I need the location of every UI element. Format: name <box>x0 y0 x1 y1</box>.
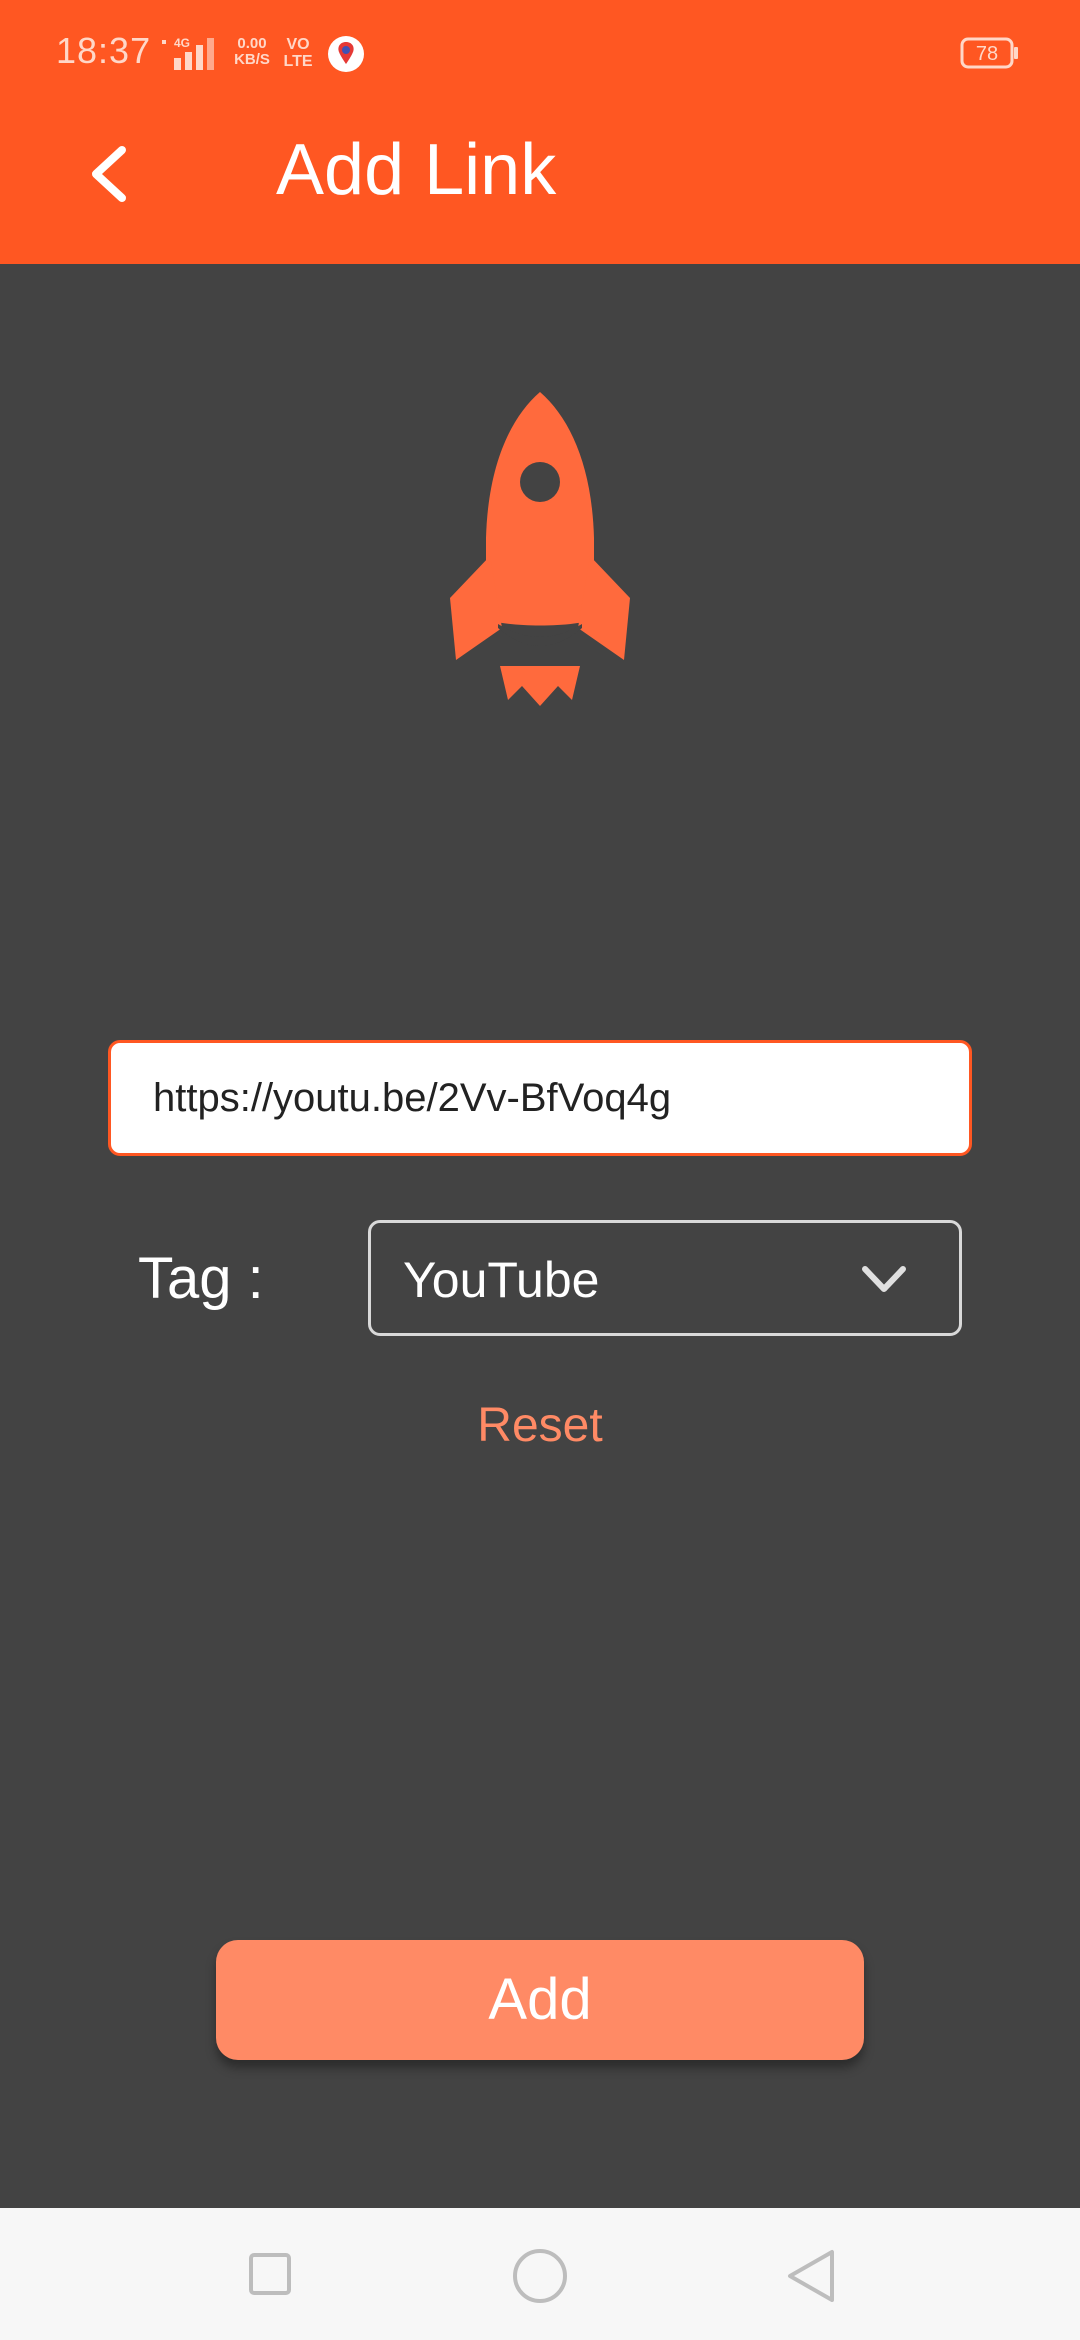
status-bar: 18:37 4G 0.00 KB/S VO LTE 78 <box>0 0 1080 108</box>
volte-indicator: VO LTE <box>280 36 316 70</box>
nav-back-button[interactable] <box>784 2248 840 2304</box>
triangle-back-icon <box>788 2250 834 2302</box>
chevron-left-icon <box>92 146 126 202</box>
data-rate-unit: KB/S <box>234 51 270 68</box>
tag-dropdown[interactable]: YouTube <box>368 1220 962 1336</box>
circle-icon <box>513 2249 567 2303</box>
navigation-bar <box>0 2208 1080 2340</box>
add-button[interactable]: Add <box>216 1940 864 2060</box>
volte-bottom: LTE <box>283 53 313 70</box>
home-button[interactable] <box>510 2248 570 2304</box>
network-type: 4G <box>174 36 190 50</box>
data-rate-value: 0.00 <box>237 35 267 52</box>
recents-button[interactable] <box>248 2252 292 2296</box>
app-header: 18:37 4G 0.00 KB/S VO LTE 78 Add Link <box>0 0 1080 264</box>
chevron-down-icon <box>862 1266 906 1292</box>
tag-selected-value: YouTube <box>403 1252 600 1308</box>
signal-icon: 4G <box>162 36 214 70</box>
tag-label: Tag : <box>138 1246 264 1311</box>
square-icon <box>249 2253 291 2295</box>
page-title: Add Link <box>276 130 557 210</box>
status-time: 18:37 <box>56 30 152 71</box>
rocket-icon <box>450 392 630 706</box>
data-rate: 0.00 KB/S <box>230 36 274 68</box>
battery-icon: 78 <box>960 37 1018 69</box>
notification-app-icon <box>328 36 364 72</box>
reset-button[interactable]: Reset <box>440 1398 640 1454</box>
battery-level: 78 <box>976 43 998 65</box>
back-button[interactable] <box>80 138 140 210</box>
volte-top: VO <box>286 36 310 53</box>
url-input[interactable] <box>108 1040 972 1156</box>
